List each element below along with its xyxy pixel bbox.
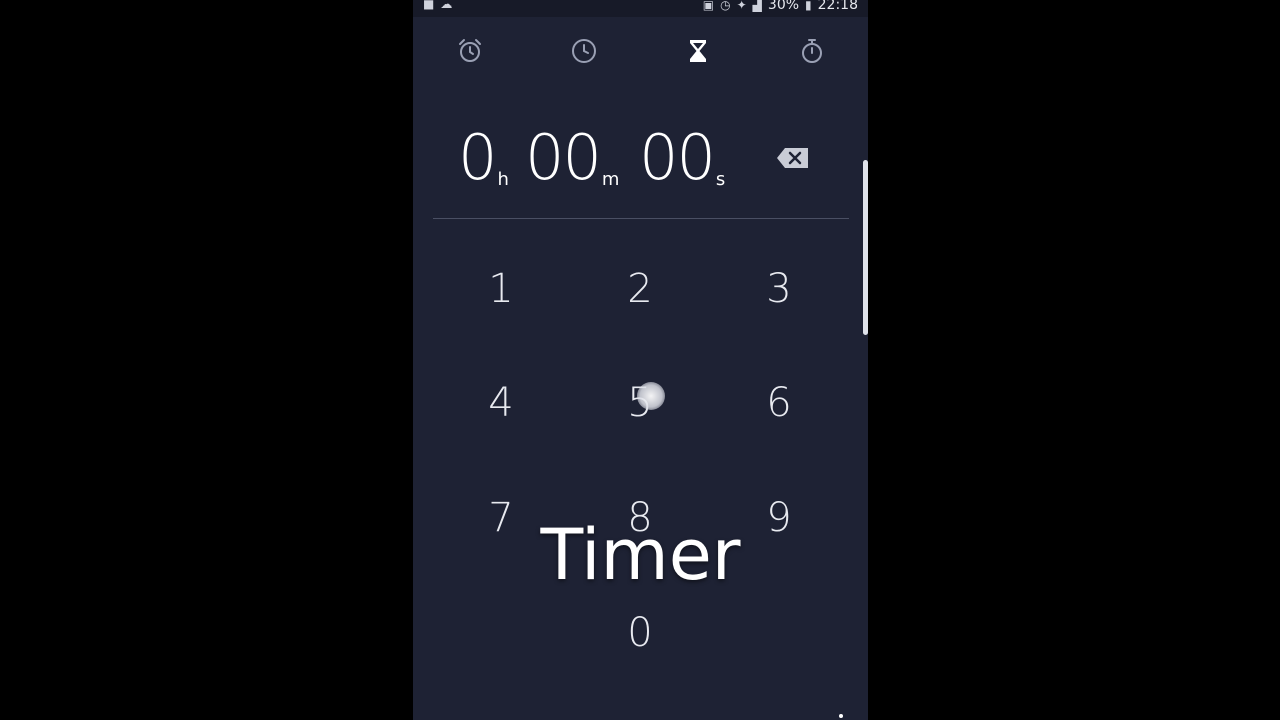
seconds-value: 00 bbox=[639, 121, 716, 194]
hourglass-icon bbox=[690, 40, 706, 62]
key-2[interactable]: 2 bbox=[590, 254, 690, 324]
wifi-icon: ✦ bbox=[736, 0, 747, 12]
seconds-unit: s bbox=[715, 169, 726, 190]
nfc-icon: ▣ bbox=[702, 0, 715, 12]
clock-icon bbox=[572, 39, 596, 63]
key-7[interactable]: 7 bbox=[451, 483, 551, 553]
status-right-icons: ▣ ◷ ✦ ▟ 30% ▮ 22:18 bbox=[703, 0, 858, 13]
weather-icon: ☁ bbox=[440, 0, 453, 11]
tab-world-clock[interactable] bbox=[554, 28, 614, 74]
hours-value: 0 bbox=[458, 121, 497, 194]
minutes-unit: m bbox=[601, 169, 620, 190]
minutes-value: 00 bbox=[525, 121, 602, 194]
battery-percent: 30% bbox=[767, 0, 800, 13]
hours-field[interactable]: 0 h bbox=[458, 118, 509, 198]
key-4[interactable]: 4 bbox=[451, 368, 551, 438]
key-9[interactable]: 9 bbox=[729, 483, 829, 553]
minutes-field[interactable]: 00 m bbox=[525, 118, 619, 198]
tab-timer[interactable] bbox=[668, 28, 728, 74]
key-6[interactable]: 6 bbox=[729, 368, 829, 438]
backspace-button[interactable] bbox=[775, 146, 811, 170]
seconds-field[interactable]: 00 s bbox=[639, 118, 725, 198]
hours-unit: h bbox=[497, 169, 509, 190]
key-8[interactable]: 8 bbox=[590, 483, 690, 553]
stopwatch-icon bbox=[802, 39, 822, 63]
tab-alarm[interactable] bbox=[440, 28, 500, 74]
battery-icon: ▮ bbox=[805, 0, 812, 12]
phone-screen: ■ ☁ ▣ ◷ ✦ ▟ 30% ▮ 22:18 0 h 00 m 00 s 1 … bbox=[413, 0, 868, 720]
alarm-status-icon: ◷ bbox=[720, 0, 731, 12]
status-time: 22:18 bbox=[817, 0, 858, 13]
key-5[interactable]: 5 bbox=[590, 368, 690, 438]
status-bar: ■ ☁ ▣ ◷ ✦ ▟ 30% ▮ 22:18 bbox=[413, 0, 868, 17]
status-left-icons: ■ ☁ bbox=[423, 0, 452, 11]
clock-tabs bbox=[413, 28, 868, 74]
timer-display: 0 h 00 m 00 s bbox=[413, 118, 868, 208]
edge-scroll-indicator bbox=[863, 160, 868, 335]
signal-icon: ▟ bbox=[752, 0, 762, 12]
corner-dot bbox=[839, 714, 843, 718]
video-icon: ■ bbox=[423, 0, 435, 11]
display-divider bbox=[433, 218, 849, 219]
backspace-icon bbox=[777, 148, 808, 168]
key-3[interactable]: 3 bbox=[729, 254, 829, 324]
key-1[interactable]: 1 bbox=[451, 254, 551, 324]
tab-stopwatch[interactable] bbox=[782, 28, 842, 74]
key-0[interactable]: 0 bbox=[590, 598, 690, 668]
alarm-clock-icon bbox=[459, 39, 481, 62]
